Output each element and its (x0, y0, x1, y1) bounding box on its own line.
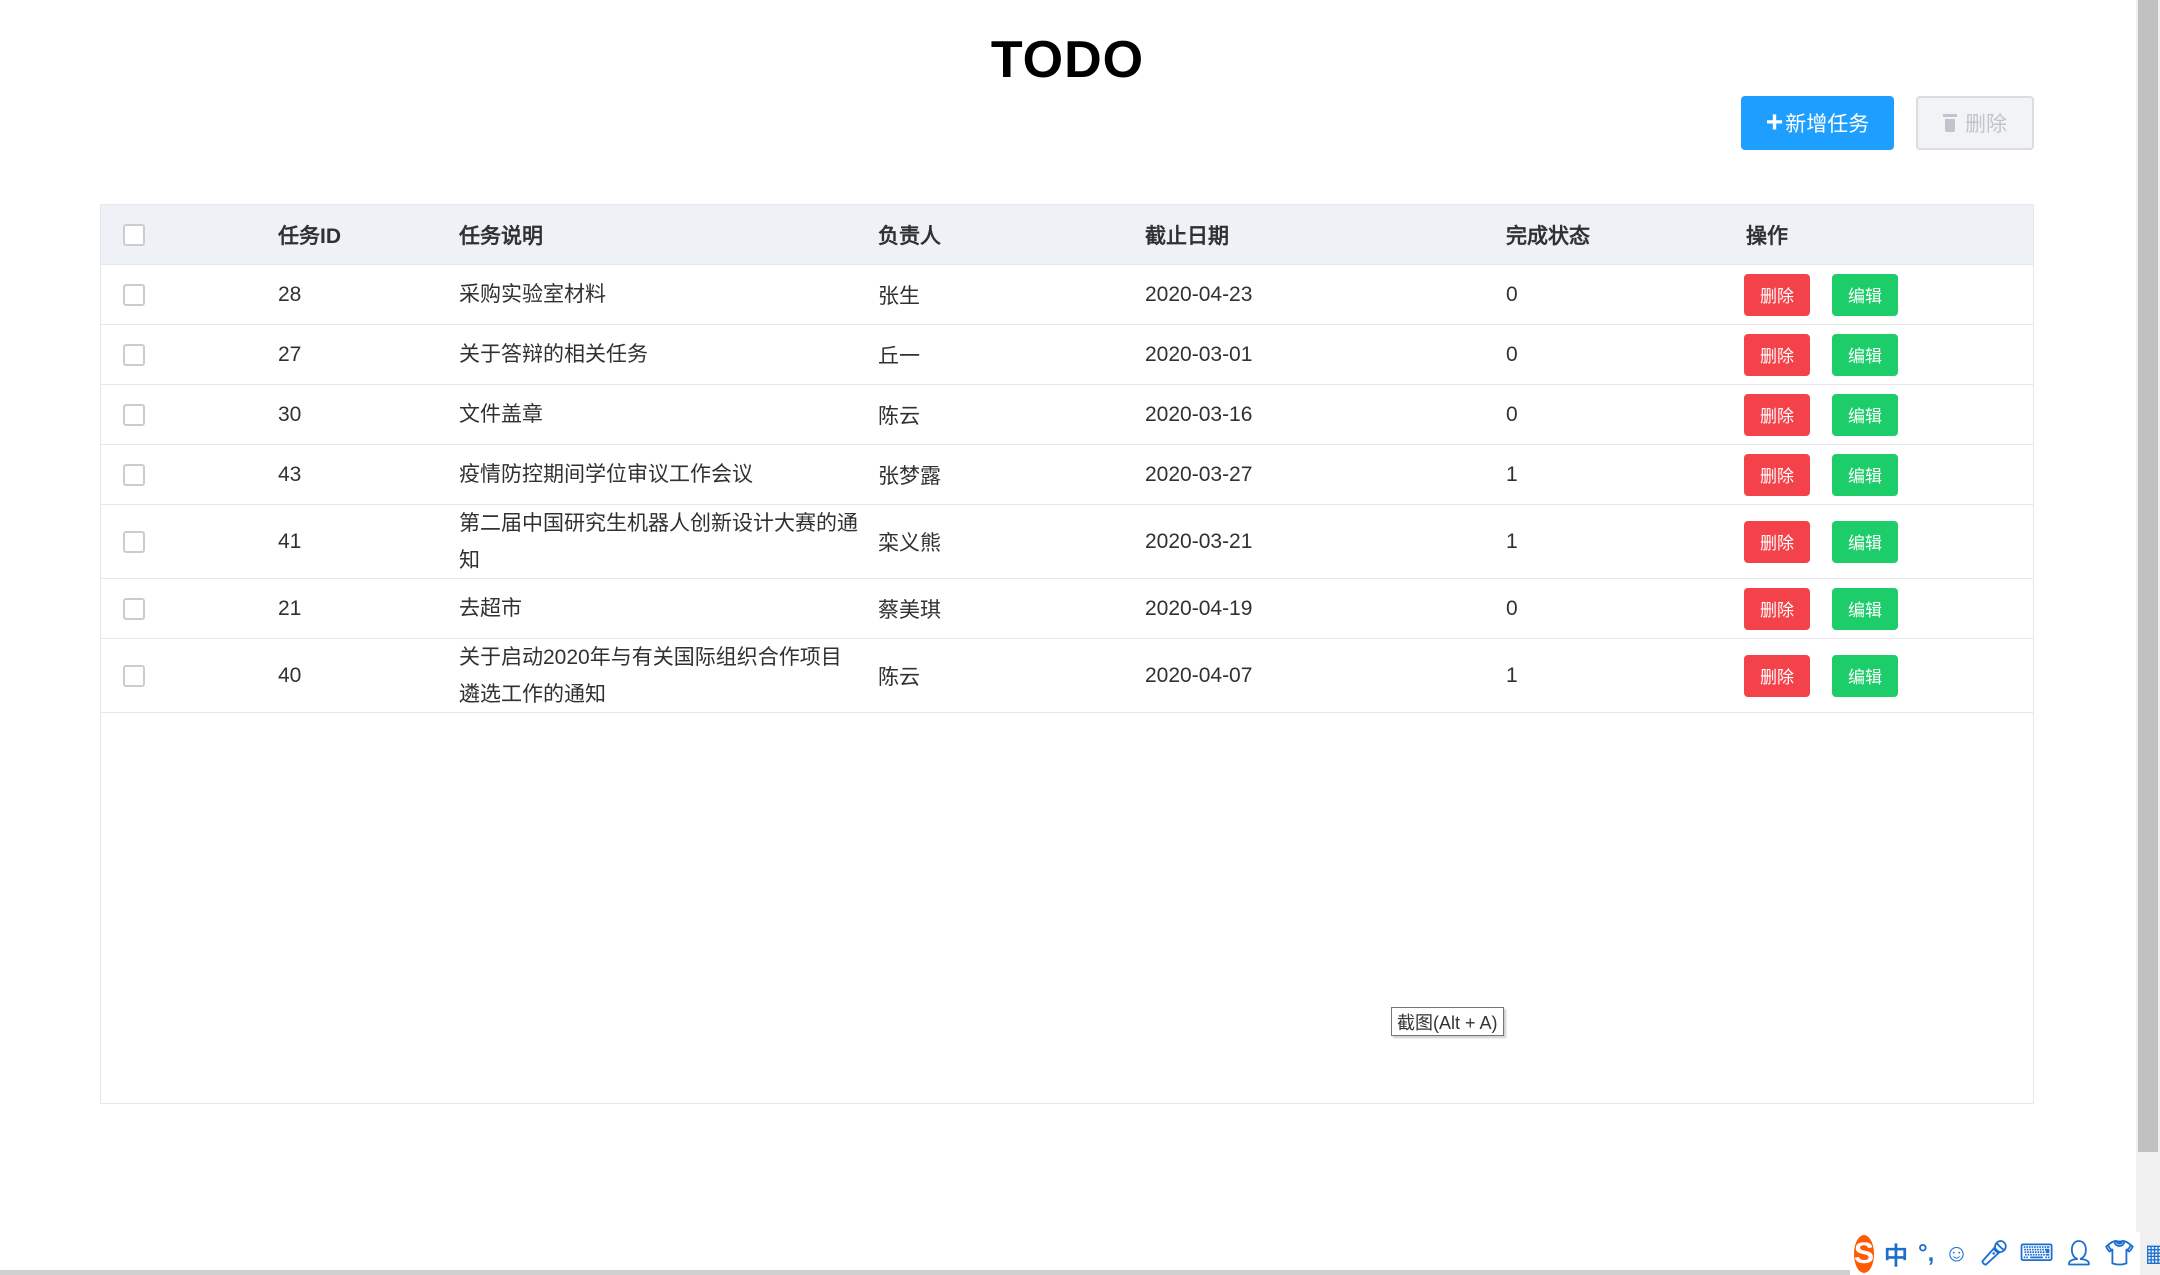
row-checkbox[interactable] (123, 343, 145, 366)
task-id: 43 (278, 462, 302, 486)
task-id: 41 (278, 529, 302, 553)
task-status: 0 (1506, 342, 1518, 366)
ime-punctuation-icon[interactable]: °, (1918, 1240, 1934, 1268)
row-delete-button[interactable]: 删除 (1744, 333, 1810, 376)
page-title: TODO (990, 31, 1145, 89)
task-owner: 蔡美琪 (878, 598, 941, 622)
select-all-checkbox[interactable] (123, 223, 145, 246)
row-edit-button[interactable]: 编辑 (1832, 520, 1898, 563)
row-checkbox[interactable] (123, 463, 145, 486)
task-id: 21 (278, 596, 302, 620)
col-header-id: 任务ID (278, 224, 341, 248)
row-edit-button[interactable]: 编辑 (1832, 654, 1898, 697)
add-task-button[interactable]: + 新增任务 (1741, 96, 1894, 150)
ime-mode-indicator[interactable]: 中 (1884, 1236, 1908, 1271)
table-row: 28 采购实验室材料 张生 2020-04-23 0 删除 编辑 (101, 265, 2033, 325)
row-edit-button[interactable]: 编辑 (1832, 333, 1898, 376)
bulk-delete-label: 删除 (1965, 113, 2007, 136)
task-owner: 陈云 (878, 404, 920, 428)
task-desc: 去超市 (459, 597, 522, 620)
task-desc: 关于启动2020年与有关国际组织合作项目遴选工作的通知 (459, 645, 842, 706)
table-row: 21 去超市 蔡美琪 2020-04-19 0 删除 编辑 (101, 579, 2033, 639)
row-checkbox[interactable] (123, 597, 145, 620)
task-date: 2020-04-23 (1145, 282, 1253, 306)
task-table: 任务ID 任务说明 负责人 截止日期 完成状态 操作 28 采购实验室材料 张生… (100, 204, 2034, 1104)
task-desc: 文件盖章 (459, 403, 543, 426)
task-status: 0 (1506, 282, 1518, 306)
col-header-status: 完成状态 (1506, 224, 1590, 248)
col-header-actions: 操作 (1746, 224, 1788, 248)
ime-toolbar: S 中 °, ☺ 🎤︎ ⌨ 👤︎ 👕︎ ▦ (1850, 1232, 2160, 1275)
screenshot-tooltip: 截图(Alt + A) (1391, 1007, 1504, 1036)
task-status: 0 (1506, 596, 1518, 620)
row-edit-button[interactable]: 编辑 (1832, 393, 1898, 436)
task-owner: 丘一 (878, 344, 920, 368)
row-edit-button[interactable]: 编辑 (1832, 273, 1898, 316)
task-date: 2020-03-27 (1145, 462, 1253, 486)
task-owner: 张生 (878, 284, 920, 308)
task-owner: 张梦露 (878, 464, 941, 488)
task-date: 2020-04-07 (1145, 663, 1253, 687)
row-delete-button[interactable]: 删除 (1744, 273, 1810, 316)
sogou-logo-icon[interactable]: S (1854, 1234, 1875, 1273)
task-date: 2020-03-01 (1145, 342, 1253, 366)
table-row: 43 疫情防控期间学位审议工作会议 张梦露 2020-03-27 1 删除 编辑 (101, 445, 2033, 505)
task-status: 1 (1506, 462, 1518, 486)
user-icon[interactable]: 👤︎ (2064, 1239, 2094, 1268)
row-delete-button[interactable]: 删除 (1744, 654, 1810, 697)
task-date: 2020-04-19 (1145, 596, 1253, 620)
skin-icon[interactable]: 👕︎ (2104, 1239, 2134, 1268)
task-desc: 疫情防控期间学位审议工作会议 (459, 463, 753, 486)
row-checkbox[interactable] (123, 283, 145, 306)
row-edit-button[interactable]: 编辑 (1832, 587, 1898, 630)
task-owner: 栾义熊 (878, 531, 941, 555)
task-status: 1 (1506, 529, 1518, 553)
task-owner: 陈云 (878, 665, 920, 689)
row-delete-button[interactable]: 删除 (1744, 393, 1810, 436)
emoji-icon[interactable]: ☺ (1944, 1240, 1969, 1268)
table-row: 41 第二届中国研究生机器人创新设计大赛的通知 栾义熊 2020-03-21 1… (101, 505, 2033, 579)
task-id: 40 (278, 663, 302, 687)
add-task-label: 新增任务 (1785, 113, 1870, 136)
task-desc: 第二届中国研究生机器人创新设计大赛的通知 (459, 511, 858, 572)
row-delete-button[interactable]: 删除 (1744, 453, 1810, 496)
task-date: 2020-03-16 (1145, 402, 1253, 426)
task-id: 30 (278, 402, 302, 426)
col-header-desc: 任务说明 (459, 224, 543, 248)
plus-icon: + (1765, 106, 1784, 139)
bulk-delete-button[interactable]: 删除 (1916, 96, 2034, 150)
task-status: 1 (1506, 663, 1518, 687)
col-header-date: 截止日期 (1145, 224, 1229, 248)
row-delete-button[interactable]: 删除 (1744, 587, 1810, 630)
row-checkbox[interactable] (123, 530, 145, 553)
grid-menu-icon[interactable]: ▦ (2145, 1239, 2160, 1268)
taskbar-edge (0, 1270, 1850, 1275)
task-id: 27 (278, 342, 302, 366)
row-delete-button[interactable]: 删除 (1744, 520, 1810, 563)
trash-icon (1943, 114, 1957, 132)
scrollbar-thumb[interactable] (2138, 0, 2158, 1152)
table-row: 40 关于启动2020年与有关国际组织合作项目遴选工作的通知 陈云 2020-0… (101, 639, 2033, 713)
table-row: 30 文件盖章 陈云 2020-03-16 0 删除 编辑 (101, 385, 2033, 445)
task-desc: 关于答辩的相关任务 (459, 343, 648, 366)
microphone-icon[interactable]: 🎤︎ (1979, 1239, 2009, 1268)
task-status: 0 (1506, 402, 1518, 426)
task-id: 28 (278, 282, 302, 306)
task-date: 2020-03-21 (1145, 529, 1253, 553)
row-checkbox[interactable] (123, 664, 145, 687)
task-desc: 采购实验室材料 (459, 283, 606, 306)
row-edit-button[interactable]: 编辑 (1832, 453, 1898, 496)
table-header: 任务ID 任务说明 负责人 截止日期 完成状态 操作 (101, 205, 2033, 265)
table-row: 27 关于答辩的相关任务 丘一 2020-03-01 0 删除 编辑 (101, 325, 2033, 385)
keyboard-icon[interactable]: ⌨ (2019, 1239, 2054, 1268)
col-header-owner: 负责人 (878, 224, 941, 248)
row-checkbox[interactable] (123, 403, 145, 426)
